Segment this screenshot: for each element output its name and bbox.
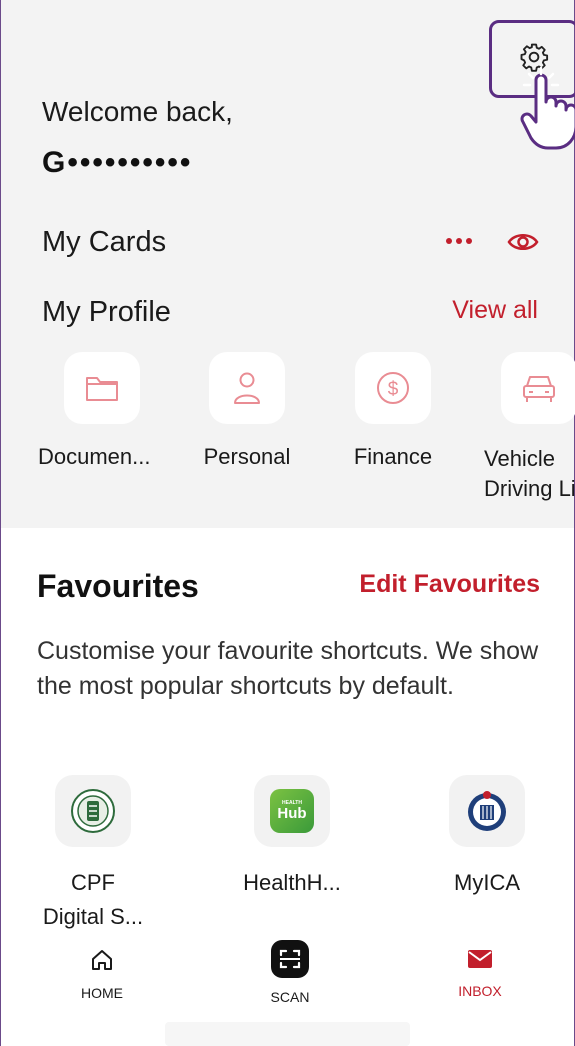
more-options-icon[interactable] xyxy=(444,226,474,256)
nav-home-label: HOME xyxy=(81,985,123,1001)
healthhub-tile[interactable]: HEALTH Hub xyxy=(254,775,330,847)
vehicle-tile[interactable] xyxy=(501,352,575,424)
eye-icon[interactable] xyxy=(506,228,540,256)
dollar-icon: $ xyxy=(377,372,409,404)
mail-icon xyxy=(468,950,492,968)
cpf-tile[interactable] xyxy=(55,775,131,847)
my-cards-title: My Cards xyxy=(42,226,167,258)
cpf-logo xyxy=(71,789,115,833)
cpf-label: CPF Digital S... xyxy=(42,870,144,929)
welcome-text: Welcome back, xyxy=(42,96,233,127)
svg-text:$: $ xyxy=(388,379,399,400)
personal-label: Personal xyxy=(203,444,291,469)
healthhub-logo-text: Hub xyxy=(277,805,307,822)
my-profile-title: My Profile xyxy=(42,296,171,328)
nav-scan-label: SCAN xyxy=(270,989,310,1005)
folder-icon xyxy=(86,377,118,401)
edit-favourites-link[interactable]: Edit Favourites xyxy=(359,570,540,599)
personal-tile[interactable] xyxy=(209,352,285,424)
nav-inbox-label: INBOX xyxy=(458,983,502,999)
nav-home[interactable]: HOME xyxy=(52,948,152,1001)
myica-tile[interactable] xyxy=(449,775,525,847)
nav-inbox[interactable]: INBOX xyxy=(430,948,530,999)
scan-icon xyxy=(271,940,309,978)
ica-logo xyxy=(468,791,506,831)
healthhub-label: HealthH... xyxy=(243,870,341,895)
healthhub-logo: HEALTH Hub xyxy=(270,789,314,833)
documents-label: Documen... xyxy=(38,444,151,469)
vehicle-label: Vehicle Driving Li xyxy=(484,446,575,501)
home-indicator xyxy=(165,1022,410,1046)
documents-tile[interactable] xyxy=(64,352,140,424)
myica-label: MyICA xyxy=(454,870,520,895)
favourites-description: Customise your favourite shortcuts. We s… xyxy=(37,637,539,700)
masked-user-name: G•••••••••• xyxy=(42,146,193,179)
favourites-title: Favourites xyxy=(37,568,199,604)
finance-label: Finance xyxy=(353,444,433,469)
car-icon xyxy=(523,376,555,402)
nav-scan[interactable]: SCAN xyxy=(240,940,340,1005)
home-icon xyxy=(92,950,112,970)
finance-tile[interactable]: $ xyxy=(355,352,431,424)
view-all-link[interactable]: View all xyxy=(452,296,538,325)
person-icon xyxy=(234,372,260,404)
pointer-hand-icon xyxy=(520,66,575,150)
